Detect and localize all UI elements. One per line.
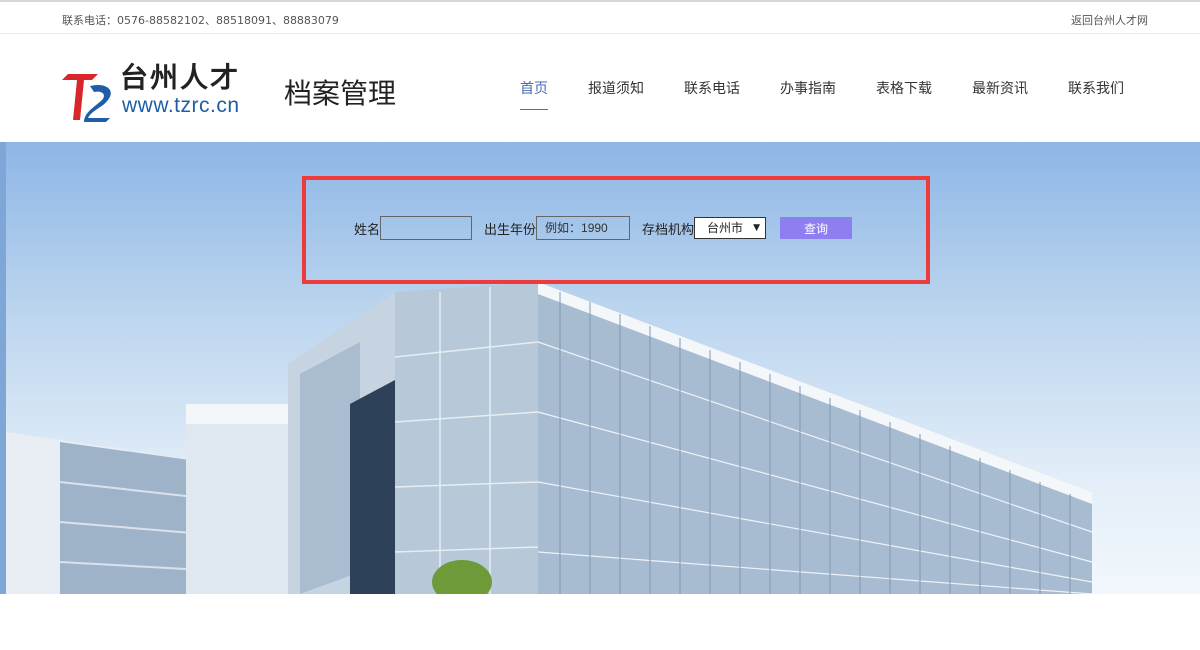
archive-org-label: 存档机构 — [642, 222, 695, 238]
archive-org-select[interactable]: 台州市 ▼ — [694, 217, 767, 239]
name-label: 姓名 — [354, 222, 381, 238]
nav-item-news[interactable]: 最新资讯 — [972, 78, 1028, 98]
main-nav: 首页 报道须知 联系电话 办事指南 表格下载 最新资讯 联系我们 — [520, 78, 1124, 110]
logo-url-text: www.tzrc.cn — [122, 94, 240, 117]
top-contact-bar: 联系电话：0576-88582102、88518091、88883079 返回台… — [0, 0, 1200, 34]
nav-item-forms[interactable]: 表格下载 — [876, 78, 932, 98]
archive-search-highlight: 姓名 出生年份 存档机构 台州市 ▼ 查询 — [302, 176, 930, 284]
back-to-site-link[interactable]: 返回台州人才网 — [1071, 12, 1148, 28]
logo-brand-text: 台州人才 — [120, 61, 241, 94]
nav-item-home[interactable]: 首页 — [520, 78, 548, 110]
site-header: 台州人才 www.tzrc.cn 档案管理 首页 报道须知 联系电话 办事指南 … — [0, 34, 1200, 142]
page-footer-space — [0, 594, 1200, 650]
birth-year-input[interactable] — [536, 216, 631, 240]
caret-down-icon: ▼ — [753, 223, 761, 233]
birth-year-label: 出生年份 — [484, 222, 537, 238]
archive-search-form: 姓名 出生年份 存档机构 台州市 ▼ 查询 — [354, 216, 853, 240]
contact-phone-text: 联系电话：0576-88582102、88518091、88883079 — [62, 14, 339, 27]
nav-item-report-notice[interactable]: 报道须知 — [588, 78, 644, 98]
query-button[interactable]: 查询 — [780, 217, 853, 239]
nav-item-phone[interactable]: 联系电话 — [684, 78, 740, 98]
nav-item-contact[interactable]: 联系我们 — [1068, 78, 1124, 98]
site-logo[interactable]: 台州人才 www.tzrc.cn — [62, 54, 242, 124]
archive-org-selected: 台州市 — [707, 221, 744, 235]
page-title: 档案管理 — [284, 77, 397, 110]
nav-item-guide[interactable]: 办事指南 — [780, 78, 836, 98]
name-input[interactable] — [380, 216, 473, 240]
tz-logo-icon — [62, 74, 111, 122]
